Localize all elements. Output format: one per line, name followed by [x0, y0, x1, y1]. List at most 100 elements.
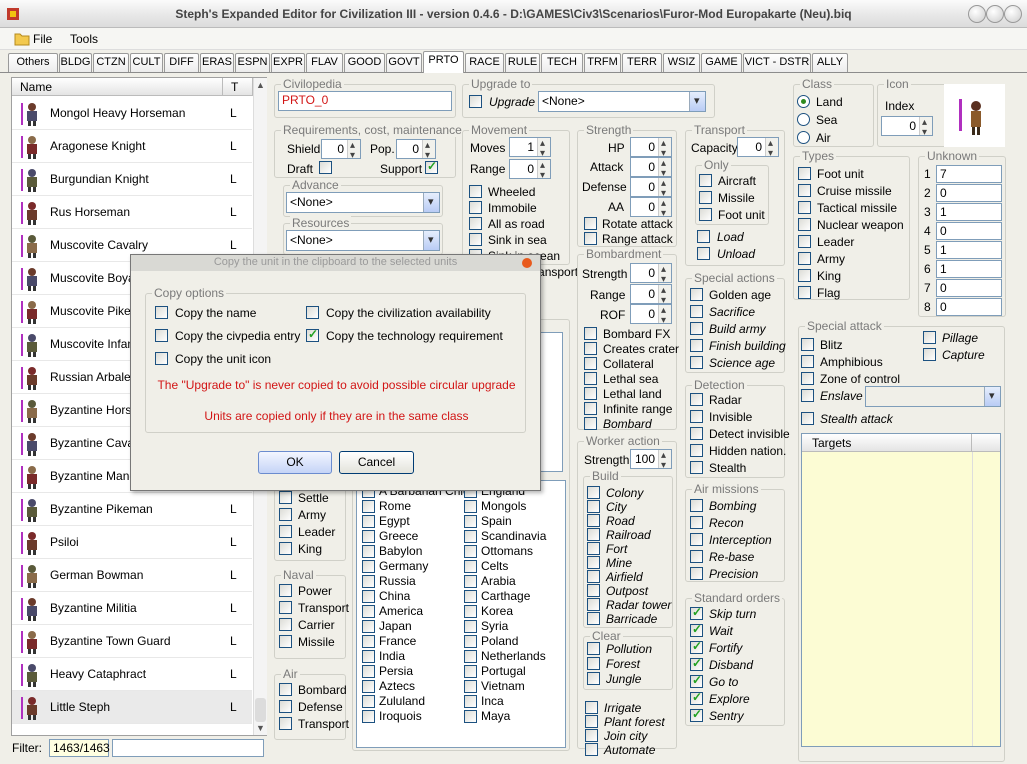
- spinner-icon[interactable]: [537, 135, 550, 163]
- checkbox-special_actions.items-3[interactable]: [690, 339, 703, 352]
- checkbox-air_missions.items-1[interactable]: [690, 516, 703, 529]
- checkbox-bombardment.items-4[interactable]: [584, 387, 597, 400]
- checkbox-worker_action.clear_items-1[interactable]: [587, 657, 600, 670]
- checkbox-detection.items-0[interactable]: [690, 393, 703, 406]
- tab-espn[interactable]: ESPN: [235, 53, 270, 72]
- tab-vict-dstr[interactable]: VICT - DSTR: [743, 53, 811, 72]
- civ-checkbox[interactable]: [362, 560, 375, 573]
- spinner-icon[interactable]: [919, 114, 932, 142]
- checkbox-types.items-5[interactable]: [798, 252, 811, 265]
- civ-checkbox[interactable]: [464, 530, 477, 543]
- menu-tools[interactable]: Tools: [70, 32, 98, 46]
- menu-file[interactable]: File: [33, 32, 52, 46]
- spinner-icon[interactable]: [658, 261, 671, 289]
- civ-checkbox[interactable]: [464, 500, 477, 513]
- civ-checkbox[interactable]: [362, 500, 375, 513]
- tab-rule[interactable]: RULE: [505, 53, 540, 72]
- civ-checkbox[interactable]: [464, 680, 477, 693]
- civ-checkbox[interactable]: [464, 665, 477, 678]
- checkbox-worker_action.build_items-9[interactable]: [587, 612, 600, 625]
- amphibious-checkbox[interactable]: [801, 355, 814, 368]
- spinner-icon[interactable]: [422, 137, 435, 165]
- bombard-strength-stepper[interactable]: 0: [630, 261, 672, 289]
- checkbox-types.items-7[interactable]: [798, 286, 811, 299]
- unit-row[interactable]: Rus Horseman L: [12, 196, 252, 229]
- unit-row[interactable]: Psiloi L: [12, 526, 252, 559]
- spinner-icon[interactable]: [658, 447, 671, 475]
- checkbox-types.items-1[interactable]: [798, 184, 811, 197]
- copy-civpedia-checkbox[interactable]: [155, 329, 168, 342]
- pillage-checkbox[interactable]: [923, 331, 936, 344]
- checkbox-transport.items-2[interactable]: [699, 208, 712, 221]
- checkbox-naval.items-1[interactable]: [279, 601, 292, 614]
- unknown-value-input[interactable]: 7: [936, 165, 1002, 183]
- checkbox-air.items-1[interactable]: [279, 700, 292, 713]
- advance-select[interactable]: <None>: [286, 192, 440, 213]
- tab-cult[interactable]: CULT: [130, 53, 163, 72]
- checkbox-air_missions.items-0[interactable]: [690, 499, 703, 512]
- civ-checkbox[interactable]: [362, 545, 375, 558]
- civ-checkbox[interactable]: [362, 665, 375, 678]
- checkbox-transport.items-1[interactable]: [699, 191, 712, 204]
- rof-stepper[interactable]: 0: [630, 302, 672, 330]
- spinner-icon[interactable]: [658, 155, 671, 183]
- civ-checkbox[interactable]: [464, 635, 477, 648]
- civ-checkbox[interactable]: [362, 695, 375, 708]
- icon-index-stepper[interactable]: 0: [881, 114, 933, 142]
- checkbox-naval.items-3[interactable]: [279, 635, 292, 648]
- unit-row[interactable]: Aragonese Knight L: [12, 130, 252, 163]
- checkbox-detection.items-4[interactable]: [690, 461, 703, 474]
- moves-stepper[interactable]: 1: [509, 135, 551, 163]
- civ-checkbox[interactable]: [464, 590, 477, 603]
- checkbox-movement.items-1[interactable]: [469, 201, 482, 214]
- worker-strength-stepper[interactable]: 100: [630, 447, 672, 475]
- checkbox-transport.items-0[interactable]: [699, 174, 712, 187]
- tab-wsiz[interactable]: WSIZ: [663, 53, 700, 72]
- upgrade-checkbox[interactable]: [469, 95, 482, 108]
- checkbox-unit_flags.items-1[interactable]: [279, 508, 292, 521]
- civ-checkbox[interactable]: [362, 650, 375, 663]
- unit-row[interactable]: Burgundian Knight L: [12, 163, 252, 196]
- checkbox-detection.items-1[interactable]: [690, 410, 703, 423]
- checkbox-worker_action.clear_items-0[interactable]: [587, 642, 600, 655]
- checkbox-worker_action.build_items-8[interactable]: [587, 598, 600, 611]
- civ-checkbox[interactable]: [362, 590, 375, 603]
- tab-others[interactable]: Others: [8, 53, 58, 72]
- hp-stepper[interactable]: 0: [630, 135, 672, 163]
- unit-row[interactable]: Byzantine Town Guard L: [12, 625, 252, 658]
- civ-checkbox[interactable]: [362, 620, 375, 633]
- rotate-attack-checkbox[interactable]: [584, 217, 597, 230]
- checkbox-worker_action.more_items-1[interactable]: [585, 715, 598, 728]
- tab-terr[interactable]: TERR: [622, 53, 662, 72]
- tab-expr[interactable]: EXPR: [271, 53, 305, 72]
- checkbox-worker_action.more_items-0[interactable]: [585, 701, 598, 714]
- enslave-select[interactable]: [865, 386, 1001, 407]
- checkbox-special_actions.items-2[interactable]: [690, 322, 703, 335]
- scroll-thumb[interactable]: [255, 698, 266, 722]
- civ-checkbox[interactable]: [464, 545, 477, 558]
- blitz-checkbox[interactable]: [801, 338, 814, 351]
- checkbox-worker_action.more_items-3[interactable]: [585, 743, 598, 756]
- minimize-button[interactable]: [968, 5, 986, 23]
- unknown-value-input[interactable]: 1: [936, 241, 1002, 259]
- spinner-icon[interactable]: [537, 157, 550, 185]
- upgrade-select[interactable]: <None>: [538, 91, 706, 112]
- civ-checkbox[interactable]: [464, 650, 477, 663]
- checkbox-types.items-4[interactable]: [798, 235, 811, 248]
- unit-row[interactable]: German Bowman L: [12, 559, 252, 592]
- checkbox-special_actions.items-1[interactable]: [690, 305, 703, 318]
- shield-stepper[interactable]: 0: [321, 137, 361, 165]
- chevron-down-icon[interactable]: [984, 387, 1000, 406]
- zoc-checkbox[interactable]: [801, 372, 814, 385]
- bombard-checkbox[interactable]: [584, 417, 597, 430]
- unit-row[interactable]: Byzantine Pikeman L: [12, 493, 252, 526]
- tab-game[interactable]: GAME: [701, 53, 742, 72]
- civ-checkbox[interactable]: [464, 710, 477, 723]
- close-button[interactable]: [1004, 5, 1022, 23]
- spinner-icon[interactable]: [658, 135, 671, 163]
- civ-checkbox[interactable]: [464, 605, 477, 618]
- checkbox-standard_orders.items-0[interactable]: [690, 605, 703, 620]
- copy-icon-checkbox[interactable]: [155, 352, 168, 365]
- civ-checkbox[interactable]: [464, 515, 477, 528]
- unit-row[interactable]: Byzantine Militia L: [12, 592, 252, 625]
